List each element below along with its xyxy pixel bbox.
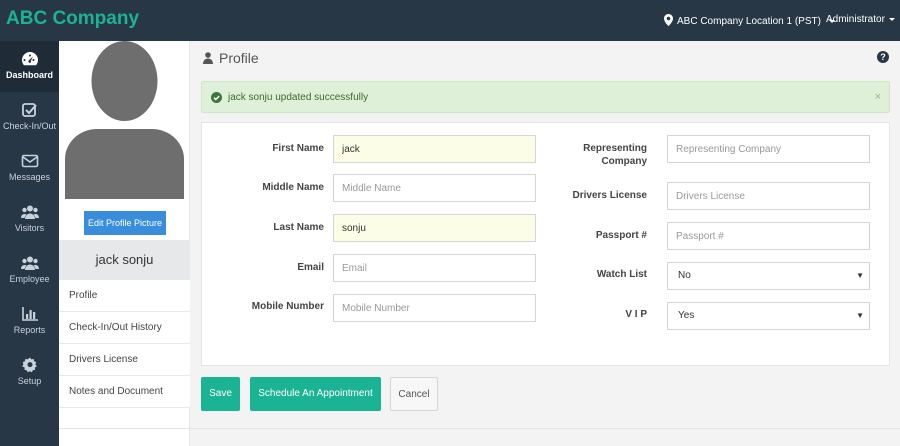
- sidebar-item-label: Setup: [17, 376, 42, 386]
- sidebar-item-reports[interactable]: Reports: [0, 296, 59, 347]
- sidebar-item-checkin[interactable]: Check-In/Out: [0, 92, 59, 143]
- last-name-label: Last Name: [273, 222, 324, 233]
- passport-label: Passport #: [595, 230, 647, 241]
- sidebar-item-visitors[interactable]: Visitors: [0, 194, 59, 245]
- first-name-input[interactable]: [333, 135, 536, 163]
- representing-company-input[interactable]: [667, 135, 870, 163]
- help-icon[interactable]: ?: [877, 51, 889, 63]
- user-icon: [203, 52, 213, 64]
- check-circle-icon: [211, 91, 222, 103]
- sidebar-item-messages[interactable]: Messages: [0, 143, 59, 194]
- profile-form: First Name Middle Name Last Name Email M…: [201, 122, 890, 366]
- passport-input[interactable]: [667, 222, 870, 250]
- sidebar-item-label: Visitors: [14, 223, 45, 233]
- profile-menu-item-drivers-license[interactable]: Drivers License: [59, 344, 190, 376]
- representing-company-label: Representing Company: [552, 142, 647, 168]
- middle-name-input[interactable]: [333, 174, 536, 202]
- schedule-appointment-button[interactable]: Schedule An Appointment: [250, 377, 381, 411]
- middle-name-label: Middle Name: [262, 182, 324, 193]
- last-name-input[interactable]: [333, 214, 536, 242]
- cancel-button[interactable]: Cancel: [390, 377, 438, 411]
- watch-list-label: Watch List: [596, 269, 647, 280]
- bar-chart-icon: [21, 307, 38, 321]
- profile-name: jack sonju: [59, 240, 190, 280]
- first-name-label: First Name: [272, 143, 324, 154]
- top-navbar: ABC Company ABC Company Location 1 (PST)…: [0, 0, 900, 41]
- mobile-number-input[interactable]: [333, 294, 536, 322]
- representing-company-label-line2: Company: [601, 156, 647, 167]
- sidebar-item-setup[interactable]: Setup: [0, 347, 59, 398]
- profile-panel: Edit Profile Picture jack sonju Profile …: [59, 41, 190, 446]
- users-icon: [20, 256, 39, 270]
- vip-select[interactable]: Yes ▼: [667, 302, 870, 330]
- mobile-number-label: Mobile Number: [251, 301, 324, 312]
- vip-label: V I P: [625, 309, 647, 320]
- profile-menu-item-profile[interactable]: Profile: [59, 280, 190, 312]
- sidebar-item-label: Check-In/Out: [2, 121, 57, 131]
- select-arrow-icon: ▼: [856, 271, 864, 280]
- drivers-license-input[interactable]: [667, 182, 870, 210]
- alert-message: jack sonju updated successfully: [228, 91, 369, 103]
- edit-profile-picture-button[interactable]: Edit Profile Picture: [84, 211, 166, 235]
- sidebar-item-label: Messages: [8, 172, 51, 182]
- chevron-down-icon: [888, 17, 895, 21]
- user-menu-label: Administrator: [826, 14, 885, 25]
- vip-value: Yes: [678, 310, 695, 321]
- location-selector[interactable]: ABC Company Location 1 (PST): [664, 14, 835, 29]
- sidebar-item-employee[interactable]: Employee: [0, 245, 59, 296]
- email-input[interactable]: [333, 254, 536, 282]
- page-title: Profile: [203, 50, 259, 66]
- select-arrow-icon: ▼: [856, 311, 864, 320]
- sidebar-item-label: Employee: [9, 274, 50, 284]
- envelope-icon: [21, 154, 38, 168]
- profile-menu-item-notes[interactable]: Notes and Document: [59, 376, 190, 408]
- watch-list-select[interactable]: No ▼: [667, 262, 870, 290]
- dashboard-icon: [21, 52, 38, 66]
- checkin-icon: [21, 103, 37, 117]
- watch-list-value: No: [678, 270, 691, 281]
- avatar: [65, 41, 184, 199]
- gear-icon: [21, 357, 37, 373]
- brand-logo[interactable]: ABC Company: [6, 8, 139, 30]
- save-button[interactable]: Save: [201, 377, 240, 411]
- drivers-license-label: Drivers License: [572, 190, 648, 201]
- location-label: ABC Company Location 1 (PST): [677, 16, 821, 27]
- user-menu[interactable]: Administrator: [826, 14, 895, 25]
- sidebar: Dashboard Check-In/Out Messages Visitors…: [0, 41, 59, 446]
- footer-divider: [59, 428, 900, 429]
- representing-company-label-line1: Representing: [583, 143, 647, 154]
- success-alert: jack sonju updated successfully ×: [201, 81, 890, 113]
- profile-menu-item-checkin-history[interactable]: Check-In/Out History: [59, 312, 190, 344]
- main-content: Profile ? jack sonju updated successfull…: [190, 41, 900, 446]
- page-title-text: Profile: [219, 50, 259, 66]
- users-icon: [20, 205, 39, 219]
- close-icon[interactable]: ×: [875, 91, 881, 103]
- sidebar-item-dashboard[interactable]: Dashboard: [0, 41, 59, 92]
- sidebar-item-label: Reports: [13, 325, 46, 335]
- email-label: Email: [297, 262, 324, 273]
- sidebar-item-label: Dashboard: [5, 70, 53, 80]
- map-marker-icon: [664, 14, 673, 29]
